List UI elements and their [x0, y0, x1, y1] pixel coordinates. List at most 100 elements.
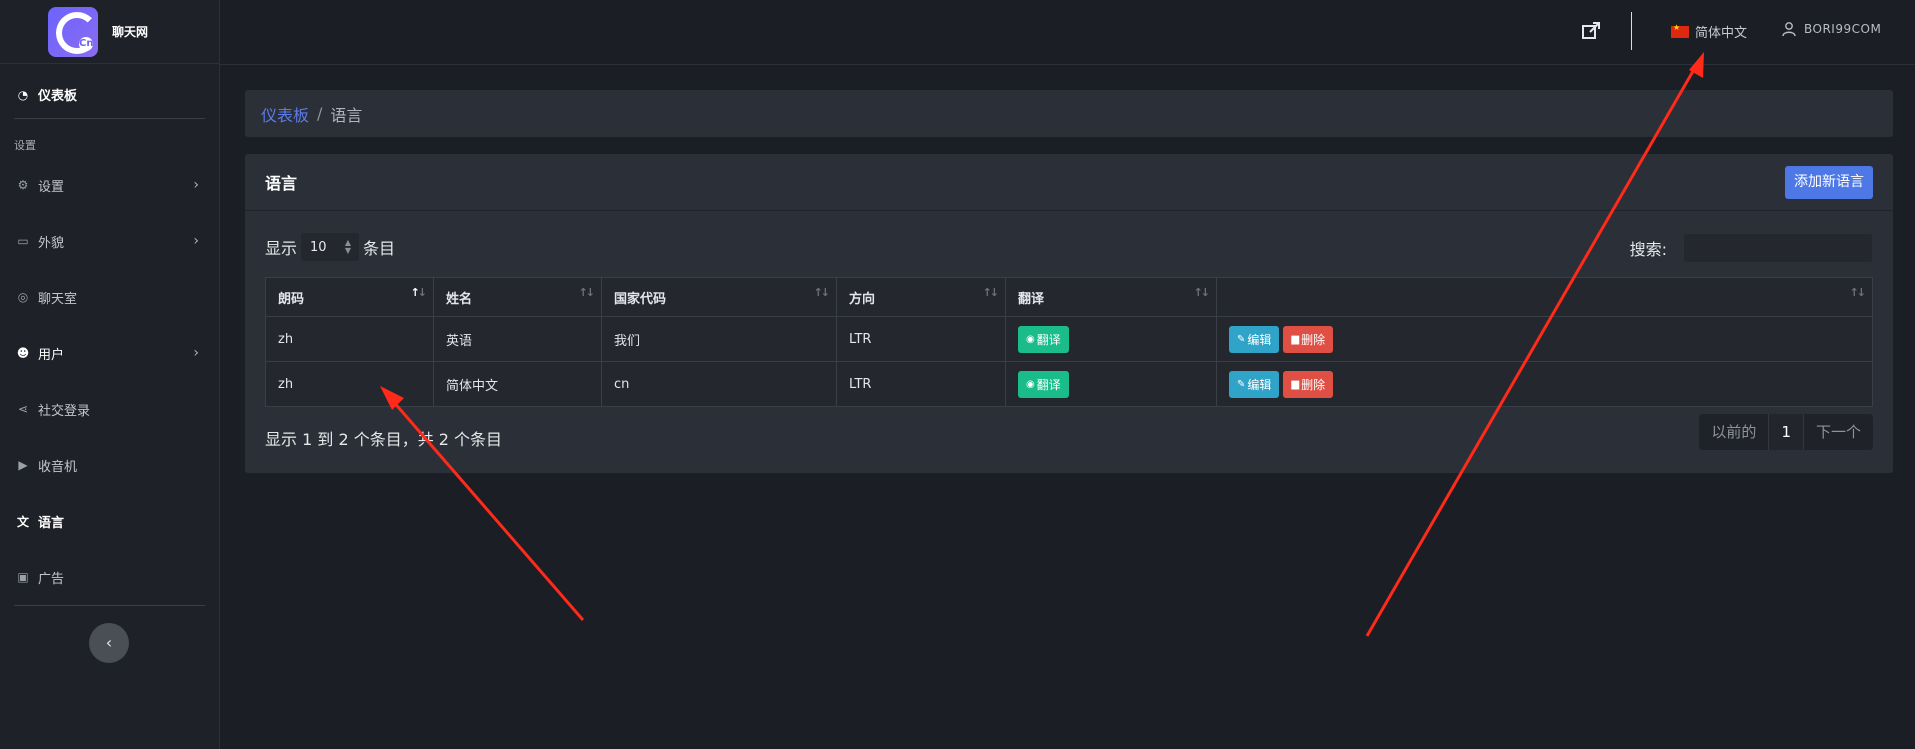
sidebar-item-dashboard[interactable]: ◔ 仪表板	[0, 71, 219, 118]
eye-icon: ◉	[1026, 333, 1035, 345]
pagination-next[interactable]: 下一个	[1804, 414, 1873, 450]
sidebar-item-label: 外貌	[38, 235, 65, 251]
page-length-control: 显示 10 ▲ ▼ 条目	[265, 233, 395, 261]
trash-icon: ▆	[1291, 333, 1300, 345]
username: BORI99COM	[1804, 22, 1882, 36]
logo-area[interactable]: Cn 聊天网	[0, 0, 219, 64]
sort-asc-icon: ↑↓	[410, 286, 428, 299]
sidebar-item-social-login[interactable]: ⋖ 社交登录	[0, 381, 219, 437]
play-icon: ▶	[18, 458, 28, 472]
pagination-page[interactable]: 1	[1768, 414, 1804, 450]
sidebar-item-ads[interactable]: ▣ 广告	[0, 549, 219, 605]
external-link-icon[interactable]	[1580, 20, 1602, 42]
edit-button[interactable]: ✎ 编辑	[1229, 325, 1280, 353]
cell-name: 英语	[433, 316, 602, 362]
column-header-country-code[interactable]: 国家代码 ↑↓	[601, 277, 837, 317]
sidebar-item-settings[interactable]: ⚙ 设置 ›	[0, 157, 219, 213]
pagination: 以前的 1 下一个	[1699, 414, 1873, 450]
chevron-right-icon: ›	[193, 177, 199, 193]
pagination-prev[interactable]: 以前的	[1699, 414, 1768, 450]
cell-direction: LTR	[836, 361, 1006, 407]
edit-icon: ✎	[1237, 333, 1246, 345]
sidebar-item-radio[interactable]: ▶ 收音机	[0, 437, 219, 493]
page-length-value: 10	[310, 239, 327, 255]
users-icon: ☻	[16, 346, 30, 360]
sidebar-item-label: 收音机	[38, 459, 78, 475]
cell-actions: ✎ 编辑 ▆ 删除	[1216, 316, 1873, 362]
cell-country-code: 我们	[601, 316, 837, 362]
chevron-right-icon: ›	[193, 233, 199, 249]
breadcrumb-separator: /	[317, 104, 323, 123]
card-header: 语言 添加新语言	[245, 154, 1893, 211]
search-control: 搜索:	[1630, 233, 1873, 263]
translate-button[interactable]: ◉ 翻译	[1018, 370, 1069, 398]
column-header-direction[interactable]: 方向 ↑↓	[836, 277, 1006, 317]
language-switcher[interactable]: 简体中文	[1671, 22, 1747, 41]
translate-button[interactable]: ◉ 翻译	[1018, 325, 1069, 353]
show-prefix: 显示	[265, 239, 298, 258]
divider	[1631, 12, 1632, 50]
cell-code: zh	[265, 316, 434, 362]
cell-direction: LTR	[836, 316, 1006, 362]
sidebar-item-label: 仪表板	[38, 89, 78, 104]
collapse-sidebar-button[interactable]: ‹	[89, 623, 129, 663]
breadcrumb-current: 语言	[330, 105, 363, 125]
edit-button[interactable]: ✎ 编辑	[1229, 370, 1280, 398]
sort-icon: ↑↓	[813, 286, 831, 299]
delete-button[interactable]: ▆ 删除	[1283, 370, 1334, 398]
sort-icon: ↑↓	[578, 286, 596, 299]
cell-code: zh	[265, 361, 434, 407]
topbar: 简体中文 BORI99COM	[220, 0, 1915, 65]
table-row: zh 英语 我们 LTR ◉ 翻译 ✎ 编辑 ▆ 删除	[265, 316, 1873, 362]
language-label: 简体中文	[1695, 26, 1748, 41]
sidebar-item-label: 社交登录	[38, 403, 91, 419]
sort-icon: ↑↓	[1849, 286, 1867, 299]
cell-country-code: cn	[601, 361, 837, 407]
sidebar-item-label: 聊天室	[38, 291, 78, 307]
divider	[14, 605, 205, 606]
sidebar-item-users[interactable]: ☻ 用户 ›	[0, 325, 219, 381]
sidebar-item-label: 广告	[38, 571, 65, 587]
search-input[interactable]	[1683, 233, 1873, 263]
column-header-name[interactable]: 姓名 ↑↓	[433, 277, 602, 317]
sidebar-section-label: 设置	[14, 139, 36, 152]
cell-translate: ◉ 翻译	[1005, 316, 1217, 362]
select-arrows-icon: ▲ ▼	[344, 238, 352, 255]
trash-icon: ▆	[1291, 378, 1300, 390]
add-language-button[interactable]: 添加新语言	[1785, 166, 1873, 199]
chat-icon: ◎	[17, 290, 29, 304]
table-header-row: 朗码 ↑↓ 姓名 ↑↓ 国家代码 ↑↓ 方向 ↑↓ 翻译 ↑↓ ↑↓	[265, 277, 1873, 317]
sidebar-item-appearance[interactable]: ▭ 外貌 ›	[0, 213, 219, 269]
sidebar-item-language[interactable]: 文 语言	[0, 493, 219, 549]
column-header-translate[interactable]: 翻译 ↑↓	[1005, 277, 1217, 317]
breadcrumb-home-link[interactable]: 仪表板	[261, 102, 309, 126]
card-title: 语言	[265, 174, 298, 193]
search-label: 搜索:	[1629, 240, 1667, 259]
sort-icon: ↑↓	[982, 286, 1000, 299]
delete-button[interactable]: ▆ 删除	[1283, 325, 1334, 353]
languages-card: 语言 添加新语言 显示 10 ▲ ▼ 条目 搜索: 朗码 ↑↓ 姓名 ↑↓ 国家代码 ↑…	[245, 154, 1893, 473]
logo-icon: Cn	[48, 6, 98, 57]
sidebar-item-label: 语言	[38, 515, 65, 531]
page-length-select[interactable]: 10 ▲ ▼	[301, 233, 360, 261]
sidebar-item-chatroom[interactable]: ◎ 聊天室	[0, 269, 219, 325]
china-flag-icon	[1671, 23, 1689, 38]
language-icon: 文	[16, 514, 29, 529]
languages-table: 朗码 ↑↓ 姓名 ↑↓ 国家代码 ↑↓ 方向 ↑↓ 翻译 ↑↓ ↑↓ zh 英语 我们 L…	[265, 277, 1873, 407]
table-info: 显示 1 到 2 个条目，共 2 个条目	[265, 430, 503, 449]
sidebar: Cn 聊天网 ◔ 仪表板 设置 ⚙ 设置 › ▭ 外貌 › ◎ 聊天室 ☻ 用户…	[0, 0, 220, 749]
edit-icon: ✎	[1237, 378, 1246, 390]
cell-actions: ✎ 编辑 ▆ 删除	[1216, 361, 1873, 407]
breadcrumb: 仪表板 / 语言	[245, 90, 1893, 137]
card-icon: ▭	[17, 234, 29, 248]
column-header-code[interactable]: 朗码 ↑↓	[265, 277, 434, 317]
sidebar-item-label: 设置	[38, 179, 65, 195]
sidebar-item-label: 用户	[38, 347, 65, 363]
gear-icon: ⚙	[17, 178, 29, 192]
chevron-right-icon: ›	[193, 345, 199, 361]
user-menu[interactable]: BORI99COM	[1782, 22, 1881, 36]
logo-mark: Cn	[79, 36, 94, 51]
show-suffix: 条目	[363, 239, 396, 258]
sort-icon: ↑↓	[1193, 286, 1211, 299]
column-header-actions[interactable]: ↑↓	[1216, 277, 1873, 317]
